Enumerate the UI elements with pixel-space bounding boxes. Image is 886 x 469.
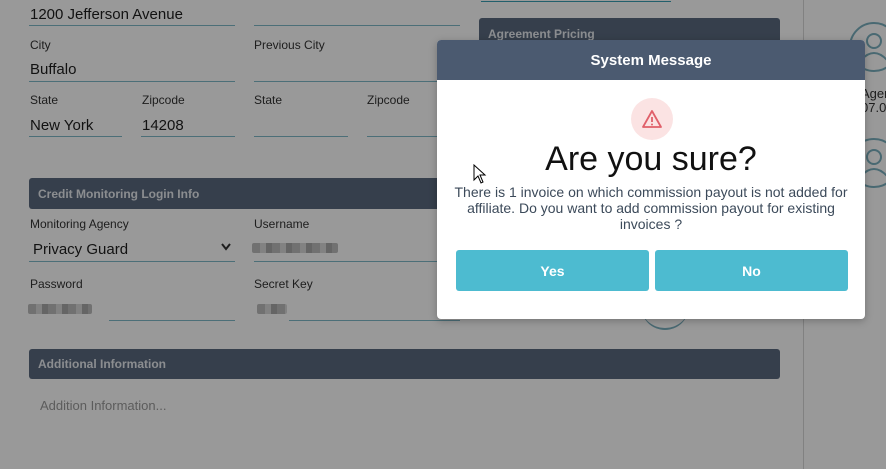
no-button[interactable]: No [655,250,848,291]
warning-icon [631,98,673,140]
system-message-dialog: System Message Are you sure? There is 1 … [437,40,865,319]
mouse-cursor-icon [473,164,487,184]
dialog-title: Are you sure? [545,140,757,178]
dialog-message: There is 1 invoice on which commission p… [454,184,848,232]
yes-button[interactable]: Yes [456,250,649,291]
dialog-header: System Message [437,40,865,80]
